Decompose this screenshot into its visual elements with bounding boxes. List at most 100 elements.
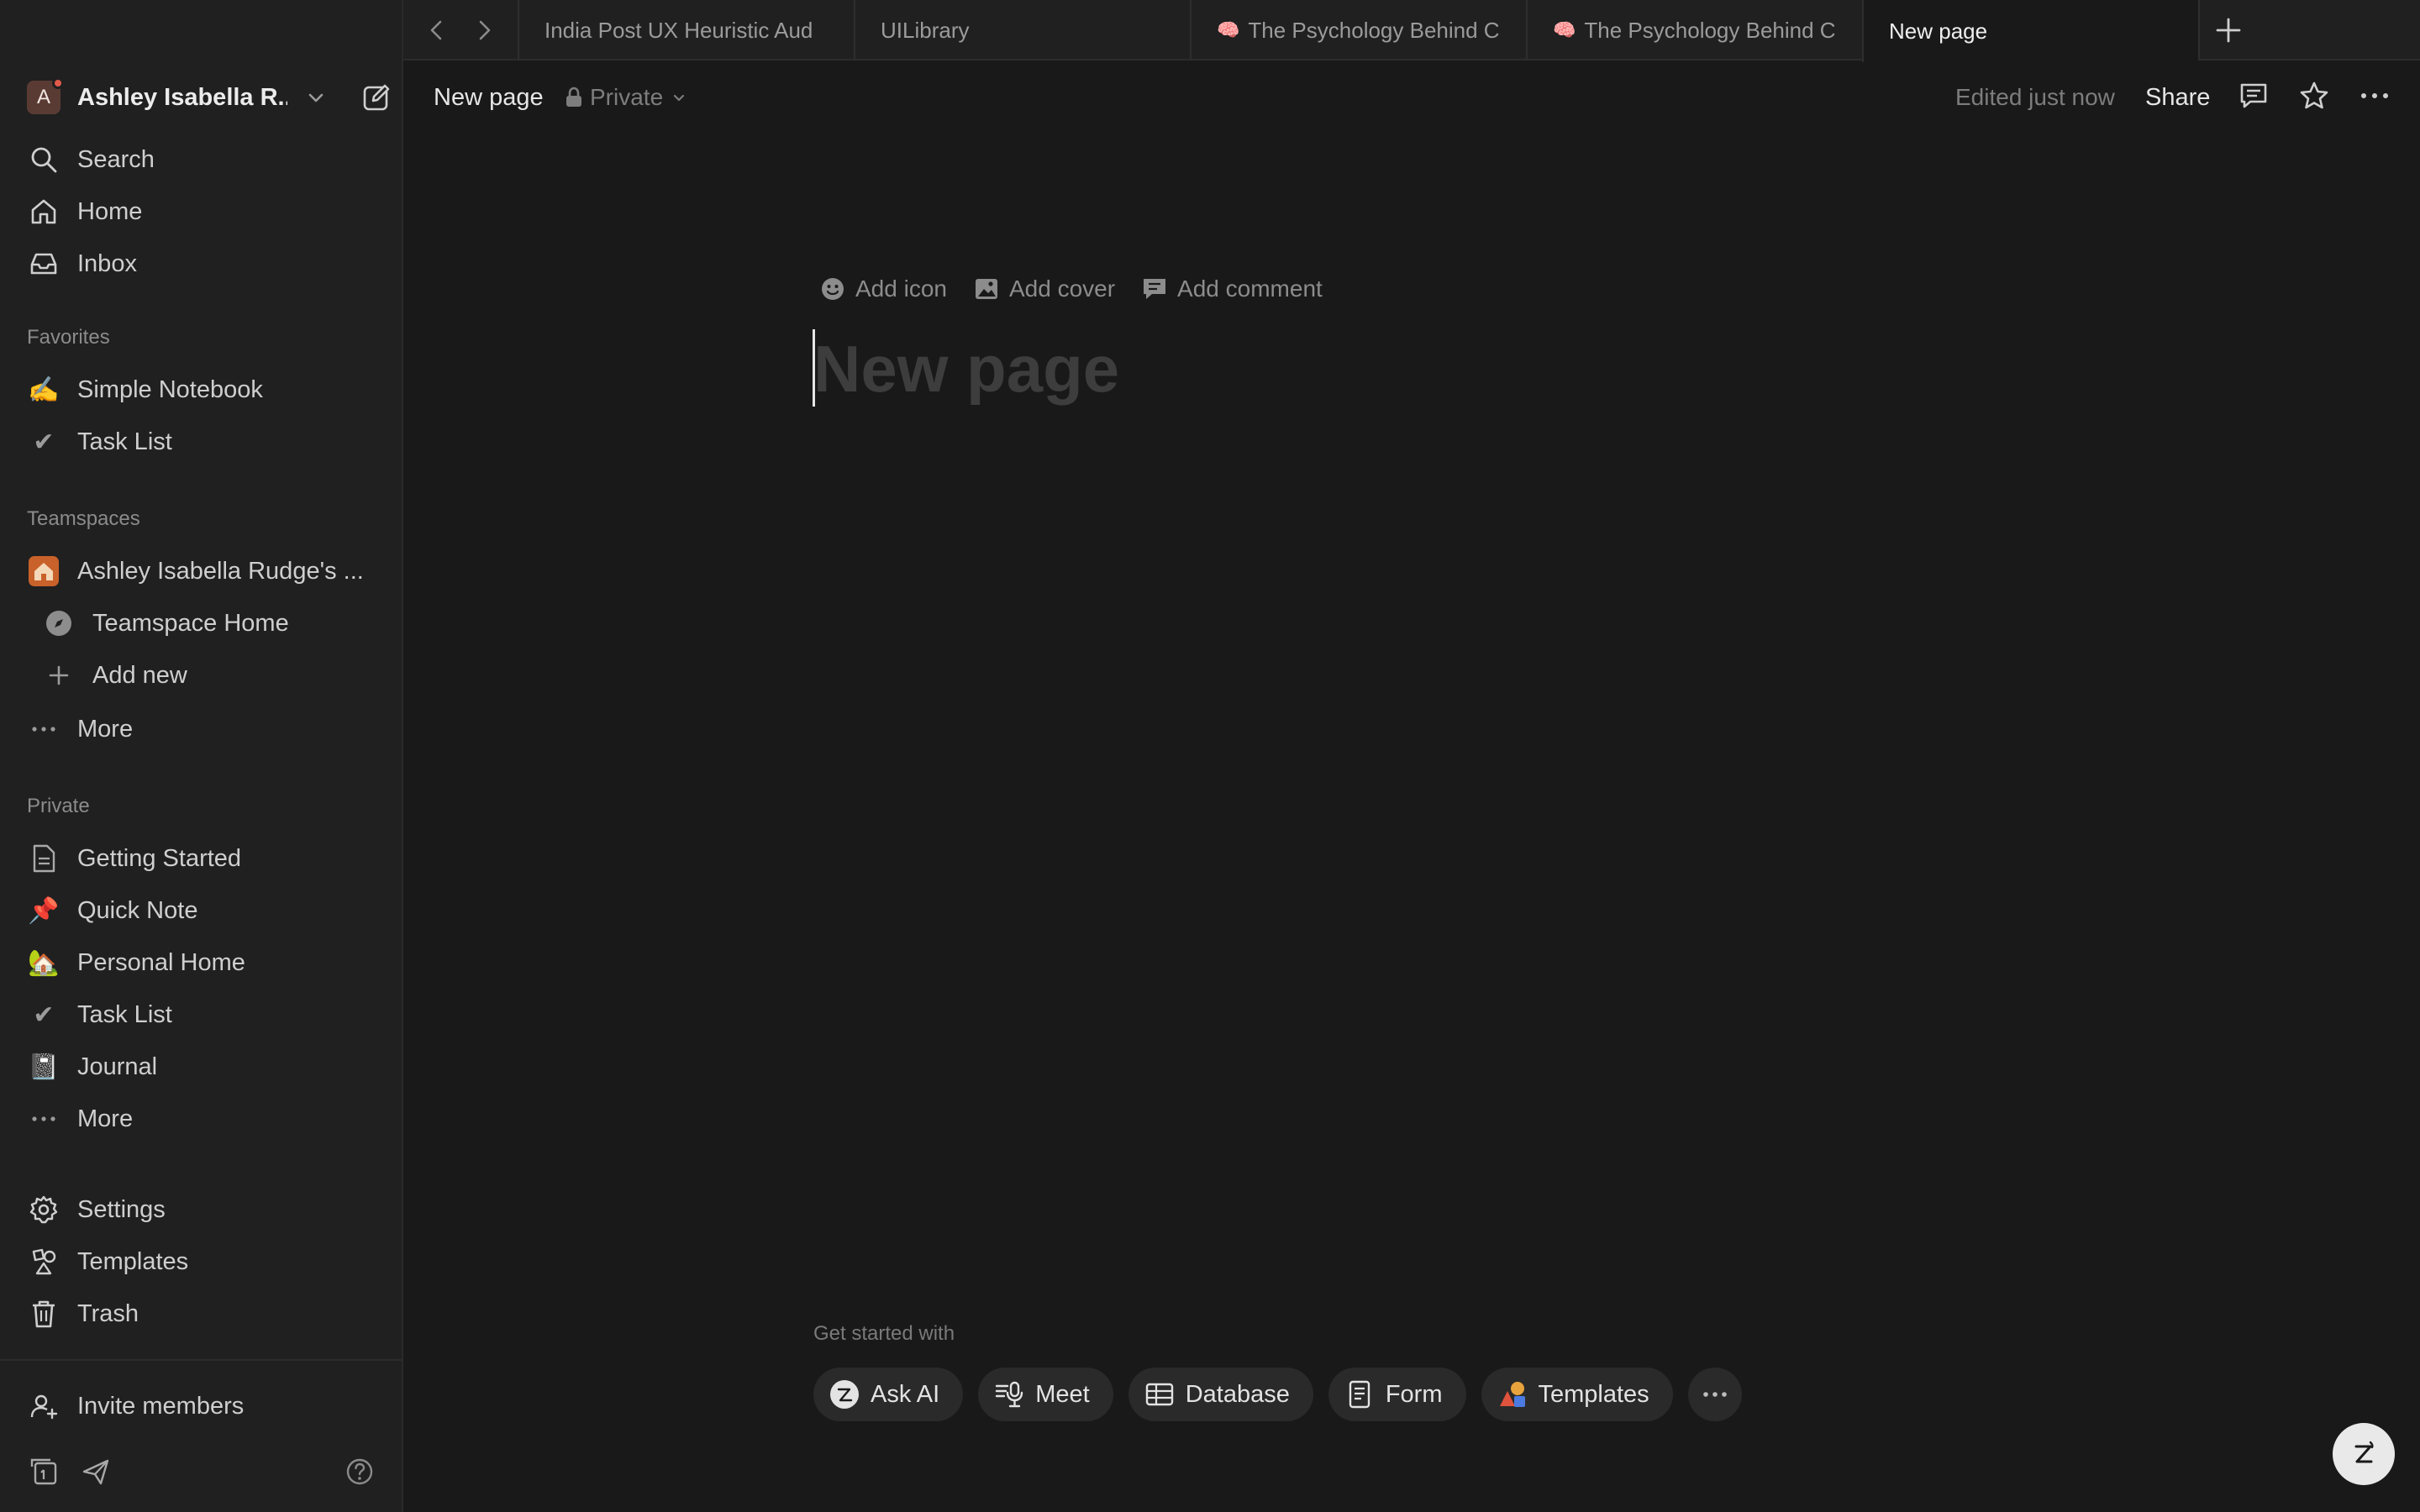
sidebar-item-add-new[interactable]: Add new	[42, 652, 395, 699]
writing-hand-icon: ✍️	[28, 375, 60, 404]
brain-icon: 🧠	[1217, 19, 1240, 40]
new-tab-plus-icon[interactable]	[2213, 15, 2244, 45]
sidebar-item-label: Templates	[77, 1247, 189, 1275]
add-cover-button[interactable]: Add cover	[974, 276, 1115, 302]
trash-icon	[27, 1297, 60, 1331]
sidebar-item-inbox[interactable]: Inbox	[27, 240, 380, 287]
sidebar-item-personal-home[interactable]: 🏡 Personal Home	[27, 939, 380, 986]
sidebar-item-label: Task List	[77, 1000, 172, 1028]
sidebar-item-more-private[interactable]: More	[27, 1095, 380, 1142]
sidebar-item-quick-note[interactable]: 📌 Quick Note	[27, 887, 380, 934]
chip-label: Ask AI	[871, 1380, 940, 1408]
tab-divider	[2198, 0, 2200, 60]
chevron-down-icon	[674, 94, 685, 102]
workspace-avatar: A	[27, 77, 64, 114]
shapes-icon	[1497, 1378, 1528, 1410]
sidebar-item-label: Teamspace Home	[92, 609, 289, 637]
calendar-icon[interactable]	[29, 1457, 59, 1487]
sidebar-item-label: Quick Note	[77, 896, 198, 924]
comments-icon[interactable]	[2237, 79, 2270, 113]
sidebar-item-settings[interactable]: Settings	[27, 1186, 380, 1233]
tab-uilibrary[interactable]: UILibrary	[854, 0, 1190, 60]
sidebar-item-teamspace[interactable]: Ashley Isabella Rudge's ...	[27, 548, 380, 595]
sidebar-item-search[interactable]: Search	[27, 136, 380, 183]
add-icon-button[interactable]: Add icon	[820, 276, 947, 302]
pushpin-icon: 📌	[28, 896, 60, 925]
sidebar-item-templates[interactable]: Templates	[27, 1238, 380, 1285]
more-options-icon[interactable]	[2358, 79, 2391, 113]
inbox-icon	[27, 247, 60, 281]
checkmark-icon: ✔	[33, 1000, 55, 1029]
add-comment-label: Add comment	[1177, 276, 1323, 302]
page-actions: Add icon Add cover Add comment	[820, 276, 1323, 302]
sidebar-item-label: Getting Started	[77, 844, 242, 872]
chip-label: Templates	[1538, 1380, 1649, 1408]
breadcrumb[interactable]: New page	[434, 84, 544, 112]
sidebar-item-task-list[interactable]: ✔ Task List	[27, 418, 380, 465]
ai-assistant-button[interactable]	[2333, 1423, 2395, 1485]
home-icon	[27, 195, 60, 228]
help-icon[interactable]	[345, 1457, 375, 1487]
chevron-down-icon[interactable]	[304, 86, 328, 109]
share-button[interactable]: Share	[2145, 84, 2210, 112]
back-arrow-icon[interactable]	[422, 15, 452, 45]
star-icon[interactable]	[2297, 79, 2331, 113]
tab-new-page[interactable]: New page	[1862, 0, 2198, 62]
chip-label: Database	[1185, 1380, 1290, 1408]
sidebar-item-trash[interactable]: Trash	[27, 1290, 380, 1337]
image-icon	[975, 279, 997, 299]
tab-psychology-2[interactable]: 🧠 The Psychology Behind C	[1526, 0, 1862, 60]
sidebar-item-more[interactable]: More	[27, 706, 380, 753]
sidebar-item-journal[interactable]: 📓 Journal	[27, 1043, 380, 1090]
text-caret	[813, 329, 815, 407]
tab-label: UILibrary	[881, 17, 970, 43]
house-icon	[27, 554, 60, 588]
sidebar-item-label: Search	[77, 145, 155, 173]
privacy-dropdown[interactable]: Private	[565, 84, 693, 111]
sidebar-item-getting-started[interactable]: Getting Started	[27, 835, 380, 882]
private-heading: Private	[27, 795, 90, 817]
favorites-heading: Favorites	[27, 326, 110, 349]
sidebar-item-label: More	[77, 715, 134, 743]
teamspaces-heading: Teamspaces	[27, 507, 140, 530]
tab-label: The Psychology Behind C	[1248, 17, 1500, 43]
add-cover-label: Add cover	[1008, 276, 1116, 302]
tab-bar: India Post UX Heuristic Aud UILibrary 🧠 …	[403, 0, 2420, 62]
notification-dot	[52, 77, 64, 89]
page-title-input[interactable]: New page	[813, 331, 1119, 407]
sidebar: A Ashley Isabella R... Search Home Inbox…	[0, 0, 403, 1512]
add-comment-button[interactable]: Add comment	[1142, 276, 1323, 302]
compass-icon	[42, 606, 76, 640]
sidebar-item-label: Task List	[77, 428, 172, 455]
templates-button[interactable]: Templates	[1481, 1368, 1673, 1421]
new-page-icon[interactable]	[361, 82, 392, 113]
database-button[interactable]: Database	[1128, 1368, 1313, 1421]
tab-psychology-1[interactable]: 🧠 The Psychology Behind C	[1190, 0, 1526, 60]
sidebar-item-home[interactable]: Home	[27, 188, 380, 235]
sidebar-item-task-list-private[interactable]: ✔ Task List	[27, 991, 380, 1038]
ellipsis-icon	[27, 712, 60, 746]
sidebar-item-invite-members[interactable]: Invite members	[27, 1383, 380, 1430]
send-icon[interactable]	[81, 1457, 111, 1487]
workspace-switcher[interactable]: A Ashley Isabella R...	[27, 77, 390, 114]
sidebar-item-label: Simple Notebook	[77, 375, 263, 403]
meet-button[interactable]: Meet	[978, 1368, 1113, 1421]
tab-india-post[interactable]: India Post UX Heuristic Aud	[518, 0, 854, 60]
form-button[interactable]: Form	[1328, 1368, 1466, 1421]
edited-status: Edited just now	[1955, 84, 2115, 110]
sidebar-item-label: Home	[77, 197, 143, 225]
get-started-chips: Ask AI Meet Database Form Templates	[813, 1368, 1742, 1421]
sidebar-item-label: Add new	[92, 661, 187, 689]
sidebar-item-label: Ashley Isabella Rudge's ...	[77, 557, 364, 585]
ai-face-icon	[829, 1378, 860, 1410]
forward-arrow-icon[interactable]	[469, 15, 499, 45]
plus-icon	[42, 659, 76, 692]
table-icon	[1144, 1378, 1176, 1410]
more-options-button[interactable]	[1687, 1368, 1742, 1421]
tab-label: India Post UX Heuristic Aud	[544, 17, 813, 43]
workspace-avatar-letter: A	[36, 86, 50, 108]
sidebar-item-teamspace-home[interactable]: Teamspace Home	[42, 600, 395, 647]
sidebar-item-simple-notebook[interactable]: ✍️ Simple Notebook	[27, 366, 380, 413]
sidebar-item-label: Personal Home	[77, 948, 245, 976]
ask-ai-button[interactable]: Ask AI	[813, 1368, 964, 1421]
